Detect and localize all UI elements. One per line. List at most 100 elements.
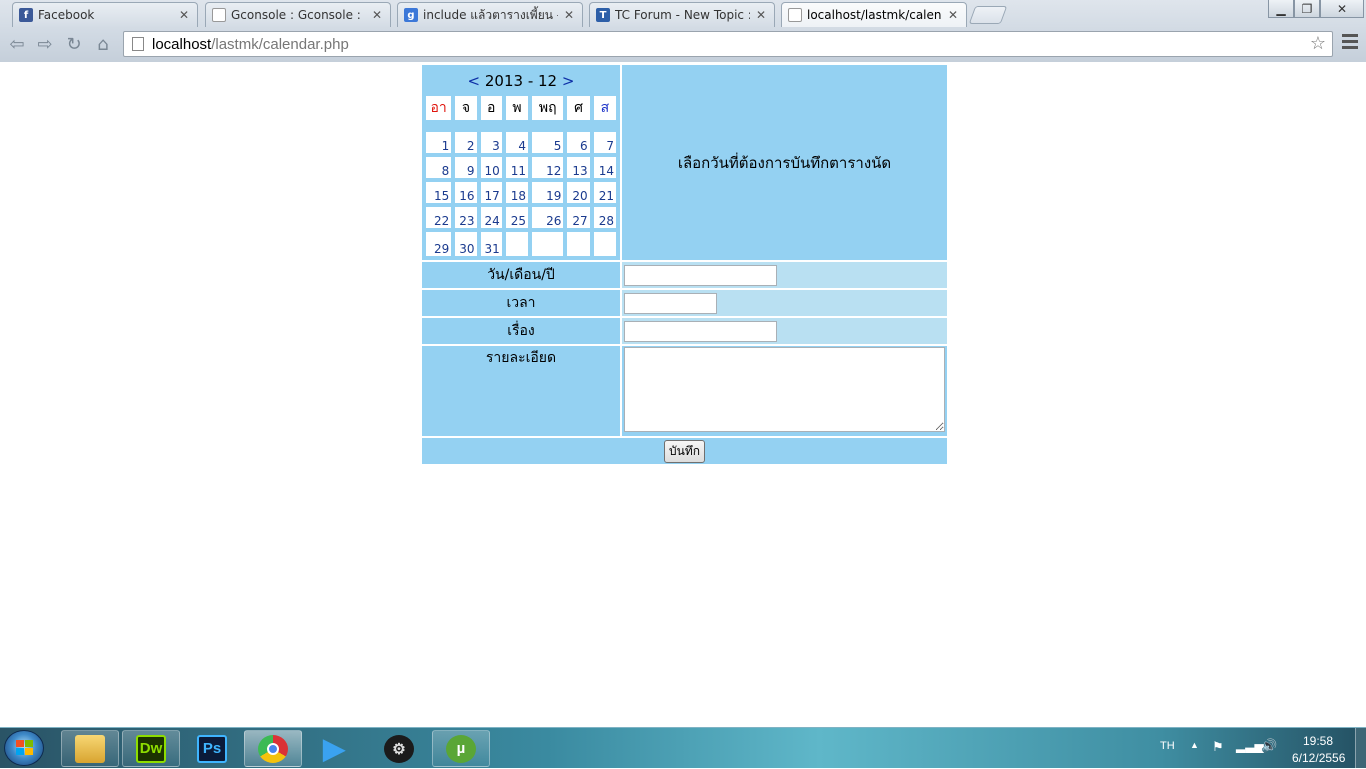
detail-textarea[interactable]: [624, 347, 945, 432]
browser-chrome: f Facebook ✕ Gconsole : Gconsole : ✕ g i…: [0, 0, 1366, 62]
week-row: 29 30 31: [425, 231, 617, 257]
close-tab-icon[interactable]: ✕: [372, 8, 382, 22]
chrome-icon: [258, 734, 288, 763]
day-cell[interactable]: 15: [425, 181, 453, 204]
taskbar-chrome[interactable]: [244, 730, 302, 767]
tab-title: localhost/lastmk/calendar: [807, 8, 942, 22]
new-tab-button[interactable]: [968, 6, 1008, 24]
clock-time[interactable]: 19:58: [1303, 734, 1333, 748]
close-tab-icon[interactable]: ✕: [756, 8, 766, 22]
address-bar[interactable]: localhost/lastmk/calendar.php ☆: [123, 31, 1333, 57]
day-cell[interactable]: 4: [504, 131, 530, 154]
taskbar-steam[interactable]: ⚙: [370, 730, 428, 767]
day-cell: [531, 231, 565, 257]
taskbar-media-player[interactable]: ▶: [305, 730, 363, 767]
language-indicator[interactable]: TH: [1160, 740, 1175, 752]
page-icon: [132, 37, 144, 51]
forward-arrow-icon[interactable]: ⇨: [34, 33, 56, 55]
next-month-link[interactable]: >: [562, 72, 575, 90]
day-cell[interactable]: 23: [454, 206, 478, 229]
day-cell[interactable]: 26: [531, 206, 565, 229]
bookmark-star-icon[interactable]: ☆: [1310, 33, 1326, 54]
day-cell[interactable]: 21: [592, 181, 617, 204]
page-icon: [788, 8, 802, 22]
day-cell[interactable]: 2: [454, 131, 478, 154]
start-button[interactable]: [4, 730, 44, 766]
minimize-icon[interactable]: ▁: [1268, 0, 1294, 18]
taskbar-dreamweaver[interactable]: Dw: [122, 730, 180, 767]
taskbar-explorer[interactable]: [61, 730, 119, 767]
taskbar-photoshop[interactable]: Ps: [183, 730, 241, 767]
day-cell[interactable]: 24: [479, 206, 503, 229]
day-cell[interactable]: 13: [566, 156, 591, 179]
home-icon[interactable]: ⌂: [92, 33, 114, 55]
google-icon: g: [404, 8, 418, 22]
day-header-row: อา จ อ พ พฤ ศ ส: [425, 95, 617, 121]
forum-icon: T: [596, 8, 610, 22]
day-cell[interactable]: 22: [425, 206, 453, 229]
day-cell[interactable]: 11: [504, 156, 530, 179]
day-cell[interactable]: 8: [425, 156, 453, 179]
reload-icon[interactable]: ↻: [63, 33, 85, 55]
tab-calendar[interactable]: localhost/lastmk/calendar ✕: [781, 2, 967, 27]
subject-input[interactable]: [624, 320, 777, 342]
network-signal-icon[interactable]: ▂▃▅: [1236, 739, 1264, 753]
date-field-cell: [622, 262, 947, 288]
time-input[interactable]: [624, 292, 717, 314]
close-window-icon[interactable]: ✕: [1320, 0, 1364, 18]
close-tab-icon[interactable]: ✕: [564, 8, 574, 22]
day-cell[interactable]: 5: [531, 131, 565, 154]
day-cell[interactable]: 9: [454, 156, 478, 179]
menu-icon[interactable]: [1342, 34, 1358, 52]
day-cell[interactable]: 28: [592, 206, 617, 229]
day-cell[interactable]: 10: [479, 156, 503, 179]
day-header: อา: [425, 95, 453, 121]
back-arrow-icon[interactable]: ⇦: [6, 33, 28, 55]
save-row: บันทึก: [422, 438, 947, 464]
close-tab-icon[interactable]: ✕: [948, 8, 958, 22]
volume-icon[interactable]: 🔊: [1261, 738, 1277, 754]
facebook-icon: f: [19, 8, 33, 22]
day-cell[interactable]: 17: [479, 181, 503, 204]
tab-tc-forum[interactable]: T TC Forum - New Topic :: ... ✕: [589, 2, 775, 27]
restore-icon[interactable]: ❐: [1294, 0, 1320, 18]
day-cell: [592, 231, 617, 257]
day-cell[interactable]: 7: [592, 131, 617, 154]
day-cell[interactable]: 18: [504, 181, 530, 204]
dreamweaver-icon: Dw: [136, 734, 166, 763]
clock-date[interactable]: 6/12/2556: [1292, 751, 1345, 765]
action-center-flag-icon[interactable]: ⚑: [1212, 739, 1224, 755]
prev-month-link[interactable]: <: [468, 72, 481, 90]
tab-gconsole[interactable]: Gconsole : Gconsole : ✕: [205, 2, 391, 27]
tab-facebook[interactable]: f Facebook ✕: [12, 2, 198, 27]
day-cell[interactable]: 27: [566, 206, 591, 229]
month-label: 2013 - 12: [484, 71, 558, 90]
tab-google[interactable]: g include แล้วตารางเพี้ยน - ค้ ✕: [397, 2, 583, 27]
save-button[interactable]: บันทึก: [664, 439, 705, 463]
day-cell[interactable]: 14: [592, 156, 617, 179]
url-path: /lastmk/calendar.php: [211, 35, 349, 53]
day-cell[interactable]: 16: [454, 181, 478, 204]
explorer-icon: [75, 734, 105, 763]
taskbar-utorrent[interactable]: µ: [432, 730, 490, 767]
subject-label: เรื่อง: [422, 318, 620, 344]
day-cell[interactable]: 20: [566, 181, 591, 204]
day-cell[interactable]: 1: [425, 131, 453, 154]
day-cell[interactable]: 3: [479, 131, 503, 154]
close-tab-icon[interactable]: ✕: [179, 8, 189, 22]
day-cell[interactable]: 12: [531, 156, 565, 179]
day-cell[interactable]: 30: [454, 231, 478, 257]
show-hidden-icons-icon[interactable]: ▲: [1190, 740, 1199, 750]
day-cell[interactable]: 19: [531, 181, 565, 204]
show-desktop-button[interactable]: [1355, 728, 1366, 769]
date-input[interactable]: [624, 264, 777, 286]
page-content: < 2013 - 12 > อา จ อ พ พฤ ศ ส 1 2 3 4 5 …: [0, 62, 1366, 727]
day-cell[interactable]: 31: [479, 231, 503, 257]
day-cell[interactable]: 29: [425, 231, 453, 257]
day-cell[interactable]: 6: [566, 131, 591, 154]
time-label: เวลา: [422, 290, 620, 316]
day-header: ศ: [566, 95, 591, 121]
day-header: พ: [504, 95, 530, 121]
day-cell[interactable]: 25: [504, 206, 530, 229]
url-host: localhost: [152, 35, 212, 53]
